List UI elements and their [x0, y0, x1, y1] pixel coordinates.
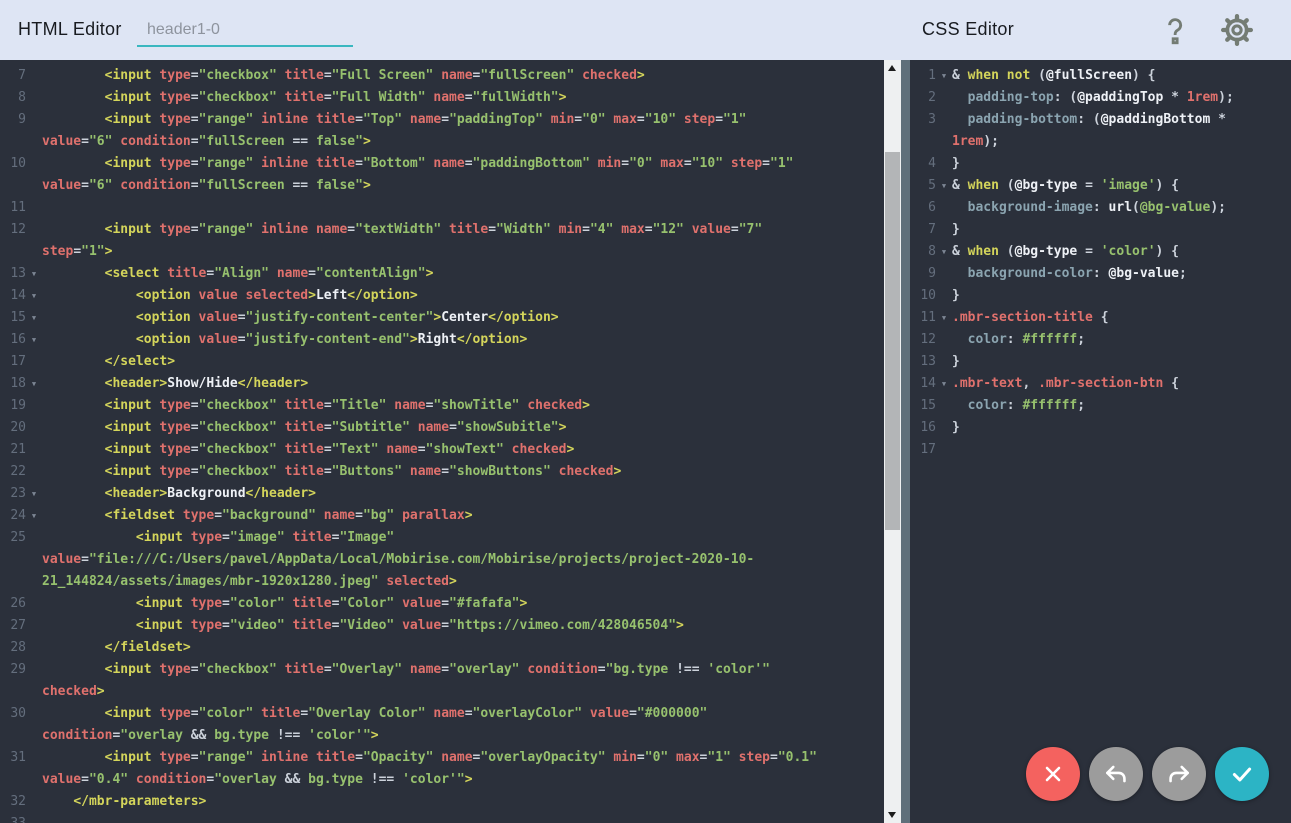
confirm-button[interactable]: [1215, 747, 1269, 801]
checkmark-icon: [1229, 761, 1255, 787]
scrollbar-thumb[interactable]: [885, 152, 900, 530]
scroll-up-arrow-icon[interactable]: [884, 60, 901, 76]
code-line: 13}: [910, 351, 1291, 373]
code-line: 24▼ <fieldset type="background" name="bg…: [0, 505, 884, 527]
css-editor-title: CSS Editor: [922, 19, 1014, 40]
fold-arrow-icon[interactable]: ▼: [26, 307, 42, 329]
code-line: 27 <input type="video" title="Video" val…: [0, 615, 884, 637]
fold-arrow-icon[interactable]: ▼: [26, 329, 42, 351]
code-line: 20 <input type="checkbox" title="Subtitl…: [0, 417, 884, 439]
code-line: 21_144824/assets/images/mbr-1920x1280.jp…: [0, 571, 884, 593]
code-line: 18▼ <header>Show/Hide</header>: [0, 373, 884, 395]
html-code: 7 <input type="checkbox" title="Full Scr…: [0, 60, 884, 823]
code-line: 31 <input type="range" inline title="Opa…: [0, 747, 884, 769]
fold-arrow-icon[interactable]: ▼: [26, 285, 42, 307]
code-line: 14▼ <option value selected>Left</option>: [0, 285, 884, 307]
help-icon[interactable]: [1158, 13, 1192, 47]
code-line: 12 color: #ffffff;: [910, 329, 1291, 351]
code-line: 10}: [910, 285, 1291, 307]
code-line: 16}: [910, 417, 1291, 439]
fold-arrow-icon[interactable]: ▼: [26, 263, 42, 285]
scroll-down-arrow-icon[interactable]: [884, 807, 901, 823]
code-line: 1rem);: [910, 131, 1291, 153]
fold-arrow-icon[interactable]: ▼: [936, 175, 952, 197]
code-line: 13▼ <select title="Align" name="contentA…: [0, 263, 884, 285]
code-line: 5▼& when (@bg-type = 'image') {: [910, 175, 1291, 197]
gear-icon[interactable]: [1220, 13, 1254, 47]
code-line: 21 <input type="checkbox" title="Text" n…: [0, 439, 884, 461]
code-line: 8 <input type="checkbox" title="Full Wid…: [0, 87, 884, 109]
code-line: 11: [0, 197, 884, 219]
code-line: 26 <input type="color" title="Color" val…: [0, 593, 884, 615]
fold-arrow-icon[interactable]: ▼: [936, 373, 952, 395]
code-line: 12 <input type="range" inline name="text…: [0, 219, 884, 241]
panel-divider: [901, 60, 910, 823]
code-line: 17: [910, 439, 1291, 461]
code-line: 8▼& when (@bg-type = 'color') {: [910, 241, 1291, 263]
code-line: value="0.4" condition="overlay && bg.typ…: [0, 769, 884, 791]
code-line: 19 <input type="checkbox" title="Title" …: [0, 395, 884, 417]
code-line: 28 </fieldset>: [0, 637, 884, 659]
code-line: 22 <input type="checkbox" title="Buttons…: [0, 461, 884, 483]
code-line: 16▼ <option value="justify-content-end">…: [0, 329, 884, 351]
fold-arrow-icon[interactable]: ▼: [26, 483, 42, 505]
code-line: checked>: [0, 681, 884, 703]
code-line: step="1">: [0, 241, 884, 263]
fold-arrow-icon[interactable]: ▼: [936, 241, 952, 263]
code-line: 2 padding-top: (@paddingTop * 1rem);: [910, 87, 1291, 109]
fold-arrow-icon[interactable]: ▼: [26, 505, 42, 527]
code-line: 9 background-color: @bg-value;: [910, 263, 1291, 285]
code-line: 29 <input type="checkbox" title="Overlay…: [0, 659, 884, 681]
redo-arrow-icon: [1166, 761, 1192, 787]
html-editor-scrollbar[interactable]: [884, 60, 901, 823]
css-editor-panel[interactable]: 1▼& when not (@fullScreen) {2 padding-to…: [910, 60, 1291, 823]
code-line: 6 background-image: url(@bg-value);: [910, 197, 1291, 219]
code-line: 10 <input type="range" inline title="Bot…: [0, 153, 884, 175]
fold-arrow-icon[interactable]: ▼: [936, 307, 952, 329]
topbar: HTML Editor CSS Editor: [0, 0, 1291, 60]
code-line: 15 color: #ffffff;: [910, 395, 1291, 417]
block-name-input[interactable]: [137, 14, 353, 47]
code-line: 30 <input type="color" title="Overlay Co…: [0, 703, 884, 725]
code-line: value="6" condition="fullScreen == false…: [0, 175, 884, 197]
css-code: 1▼& when not (@fullScreen) {2 padding-to…: [910, 60, 1291, 461]
html-editor-title: HTML Editor: [18, 19, 122, 40]
code-line: 1▼& when not (@fullScreen) {: [910, 65, 1291, 87]
code-line: 25 <input type="image" title="Image": [0, 527, 884, 549]
code-line: 7}: [910, 219, 1291, 241]
x-cross-icon: [1041, 762, 1065, 786]
code-line: value="6" condition="fullScreen == false…: [0, 131, 884, 153]
code-line: 11▼.mbr-section-title {: [910, 307, 1291, 329]
code-line: 17 </select>: [0, 351, 884, 373]
undo-button[interactable]: [1089, 747, 1143, 801]
undo-arrow-icon: [1103, 761, 1129, 787]
cancel-button[interactable]: [1026, 747, 1080, 801]
action-buttons: [1026, 747, 1269, 801]
code-line: 9 <input type="range" inline title="Top"…: [0, 109, 884, 131]
code-line: 15▼ <option value="justify-content-cente…: [0, 307, 884, 329]
redo-button[interactable]: [1152, 747, 1206, 801]
code-line: 32 </mbr-parameters>: [0, 791, 884, 813]
code-line: 4}: [910, 153, 1291, 175]
code-line: condition="overlay && bg.type !== 'color…: [0, 725, 884, 747]
code-line: 3 padding-bottom: (@paddingBottom *: [910, 109, 1291, 131]
code-line: 14▼.mbr-text, .mbr-section-btn {: [910, 373, 1291, 395]
code-line: 7 <input type="checkbox" title="Full Scr…: [0, 65, 884, 87]
code-line: value="file:///C:/Users/pavel/AppData/Lo…: [0, 549, 884, 571]
html-editor-panel[interactable]: 7 <input type="checkbox" title="Full Scr…: [0, 60, 884, 823]
fold-arrow-icon[interactable]: ▼: [936, 65, 952, 87]
fold-arrow-icon[interactable]: ▼: [26, 373, 42, 395]
code-line: 23▼ <header>Background</header>: [0, 483, 884, 505]
code-line: 33: [0, 813, 884, 823]
